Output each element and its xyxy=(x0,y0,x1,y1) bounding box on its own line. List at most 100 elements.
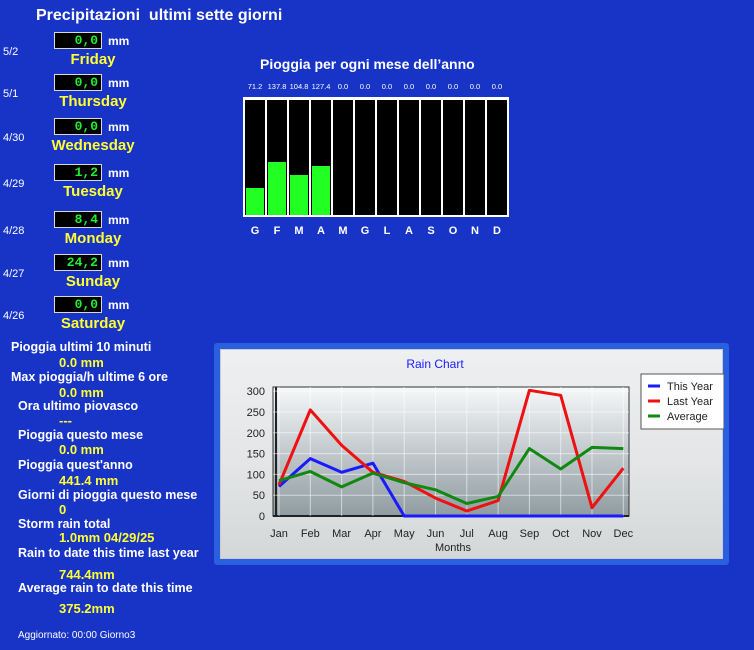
bar-value-label: 0.0 xyxy=(359,82,371,91)
rain-value-display: 24,2 xyxy=(54,254,102,271)
x-tick-label: May xyxy=(394,528,415,540)
stat-value: --- xyxy=(59,413,72,428)
bar xyxy=(268,162,286,215)
stat-value: 441.4 mm xyxy=(59,473,119,488)
bar-track xyxy=(289,100,309,215)
rain-unit: mm xyxy=(108,213,130,227)
bar-track xyxy=(421,100,441,215)
stat-value: 0.0 mm xyxy=(59,385,104,400)
stat-value: 0 xyxy=(59,502,67,517)
day-name: Monday xyxy=(64,230,122,247)
rain-unit: mm xyxy=(108,34,130,48)
stat-value: 1.0mm 04/29/25 xyxy=(59,530,155,545)
bar-value-label: 137.8 xyxy=(267,82,287,91)
bar-track xyxy=(487,100,507,215)
bar-category-label: G xyxy=(250,225,260,237)
x-tick-label: Feb xyxy=(301,528,320,540)
last-updated: Aggiornato: 00:00 Giorno3 xyxy=(18,630,136,641)
bar-track xyxy=(465,100,485,215)
y-tick-label: 300 xyxy=(247,386,265,398)
rain-unit: mm xyxy=(108,298,130,312)
rain-chart-background: 0 50 100 150 200 250 300 Jan Feb Mar Apr May Jun Jul A… xyxy=(220,349,724,559)
rain-value-display: 0,0 xyxy=(54,32,102,49)
bar-category-label: G xyxy=(360,225,370,237)
bar-value-label: 104.8 xyxy=(289,82,309,91)
bar-track xyxy=(355,100,375,215)
bar-value-label: 71.2 xyxy=(247,82,263,91)
stat-label: Pioggia questo mese xyxy=(18,428,144,442)
y-tick-label: 0 xyxy=(259,511,265,523)
day-name: Saturday xyxy=(60,315,126,332)
y-tick-label: 250 xyxy=(247,407,265,419)
stat-value: 0.0 mm xyxy=(59,355,104,370)
bar-category-label: O xyxy=(448,225,458,237)
rain-chart: 0 50 100 150 200 250 300 Jan Feb Mar Apr May Jun Jul A… xyxy=(247,357,724,554)
stat-label: Pioggia ultimi 10 minuti xyxy=(11,340,152,354)
rain-chart-panel: 0 50 100 150 200 250 300 Jan Feb Mar Apr May Jun Jul A… xyxy=(214,343,729,565)
x-tick-label: Apr xyxy=(364,528,381,540)
day-name: Wednesday xyxy=(51,137,135,154)
day-name: Tuesday xyxy=(63,183,123,200)
bar-category-label: D xyxy=(493,225,501,237)
stat-label: Pioggia quest'anno xyxy=(18,458,133,472)
bar-track xyxy=(245,100,265,215)
bar-value-label: 0.0 xyxy=(381,82,393,91)
day-name: Thursday xyxy=(59,93,127,110)
x-tick-label: Jul xyxy=(460,528,474,540)
x-tick-label: Oct xyxy=(552,528,569,540)
day-name: Friday xyxy=(70,51,116,68)
day-name: Sunday xyxy=(65,273,121,290)
stat-label: Max pioggia/h ultime 6 ore xyxy=(11,370,168,384)
rain-unit: mm xyxy=(108,76,130,90)
bar-value-label: 127.4 xyxy=(311,82,331,91)
rain-value-display: 0,0 xyxy=(54,74,102,91)
bar-track xyxy=(311,100,331,215)
stat-value: 0.0 mm xyxy=(59,442,104,457)
y-tick-label: 50 xyxy=(253,490,265,502)
monthly-chart-title: Pioggia per ogni mese dell’anno xyxy=(260,56,475,72)
bar-category-label: M xyxy=(294,225,304,237)
legend-label: This Year xyxy=(667,381,713,393)
x-tick-label: Nov xyxy=(582,528,602,540)
x-tick-label: Sep xyxy=(520,528,540,540)
stat-label: Storm rain total xyxy=(18,517,111,531)
bar-category-label: A xyxy=(405,225,413,237)
x-tick-label: Jun xyxy=(427,528,445,540)
x-tick-label: Dec xyxy=(614,528,634,540)
x-tick-label: Mar xyxy=(332,528,351,540)
bar-category-label: A xyxy=(317,225,325,237)
stat-label: Average rain to date this time xyxy=(18,581,193,595)
bar xyxy=(312,166,330,215)
x-axis-title: Months xyxy=(435,542,472,554)
rain-value-display: 1,2 xyxy=(54,164,102,181)
bar-value-label: 0.0 xyxy=(469,82,481,91)
bar-track xyxy=(267,100,287,215)
bar-category-label: F xyxy=(273,225,281,237)
y-tick-label: 100 xyxy=(247,469,265,481)
x-tick-label: Aug xyxy=(488,528,508,540)
legend-label: Average xyxy=(667,411,708,423)
bar-track xyxy=(333,100,353,215)
bar-track xyxy=(399,100,419,215)
bar-value-label: 0.0 xyxy=(337,82,349,91)
rain-unit: mm xyxy=(108,166,130,180)
bar-value-label: 0.0 xyxy=(403,82,415,91)
rain-unit: mm xyxy=(108,256,130,270)
bar-category-label: N xyxy=(471,225,479,237)
chart-title: Rain Chart xyxy=(406,357,464,371)
rain-value-display: 0,0 xyxy=(54,118,102,135)
stat-value: 744.4mm xyxy=(59,567,115,582)
rain-unit: mm xyxy=(108,120,130,134)
stat-label: Giorni di pioggia questo mese xyxy=(18,488,198,502)
page-title: Precipitazioni ultimi sette giorni xyxy=(36,7,283,24)
bar-track xyxy=(443,100,463,215)
x-tick-label: Jan xyxy=(270,528,288,540)
bar xyxy=(290,175,308,215)
bar-value-label: 0.0 xyxy=(425,82,437,91)
legend-label: Last Year xyxy=(667,396,713,408)
bar-track xyxy=(377,100,397,215)
rain-value-display: 0,0 xyxy=(54,296,102,313)
y-tick-label: 200 xyxy=(247,428,265,440)
bar-category-label: L xyxy=(383,225,391,237)
stat-label: Ora ultimo piovasco xyxy=(18,399,139,413)
